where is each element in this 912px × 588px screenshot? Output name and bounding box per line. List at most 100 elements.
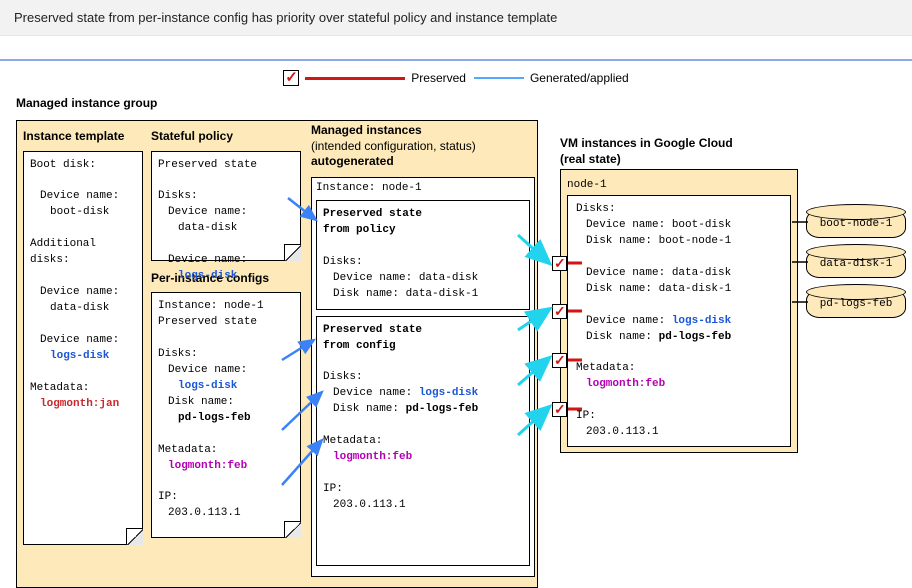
vm-l7b: pd-logs-feb [659, 331, 732, 343]
disk-data-label: data-disk-1 [820, 258, 893, 270]
pic-l4: Device name: [158, 363, 294, 379]
stateful-title: Stateful policy [151, 129, 301, 145]
mig-label: Managed instance group [16, 96, 157, 110]
preserved-check-2 [552, 304, 567, 319]
config-title-2: from config [323, 340, 396, 352]
template-l7: Device name: [30, 333, 136, 349]
preserved-from-config: Preserved state from config Disks: Devic… [316, 316, 530, 566]
vm-l2: Device name: boot-disk [576, 218, 784, 234]
config-l5: logmonth:feb [323, 450, 523, 466]
preserved-check-4 [552, 402, 567, 417]
template-doc: Boot disk: Device name: boot-disk Additi… [23, 151, 143, 545]
stateful-l6: logs-disk [158, 269, 294, 285]
vm-head: node-1 [567, 179, 607, 191]
disk-logs-label: pd-logs-feb [820, 298, 893, 310]
policy-l1: Disks: [323, 255, 523, 271]
vm-l6b: logs-disk [672, 315, 731, 327]
policy-l3: Disk name: data-disk-1 [323, 287, 523, 303]
template-l4: Additional disks: [30, 237, 136, 269]
blue-arrow-icon [474, 77, 524, 79]
config-title: Preserved state from config [323, 323, 523, 355]
stateful-doc: Preserved state Disks: Device name: data… [151, 151, 301, 261]
disk-boot-label: boot-node-1 [820, 218, 893, 230]
disk-data: data-disk-1 [806, 250, 906, 278]
vm-l6a: Device name: [586, 315, 665, 327]
vm-l4: Device name: data-disk [576, 266, 784, 282]
template-l8: logs-disk [30, 349, 136, 365]
template-l2: Device name: [30, 189, 136, 205]
pic-l6: Disk name: [158, 395, 294, 411]
config-l2: Device name: logs-disk [323, 386, 523, 402]
policy-title-1: Preserved state [323, 208, 422, 220]
vm-inner: Disks: Device name: boot-disk Disk name:… [567, 195, 791, 447]
vm-box: node-1 Disks: Device name: boot-disk Dis… [560, 169, 798, 453]
stateful-l2: Disks: [158, 189, 294, 205]
pic-l5: logs-disk [158, 379, 294, 395]
managed-column: Managed instances (intended configuratio… [311, 123, 533, 170]
pic-l3: Disks: [158, 347, 294, 363]
config-l6: IP: [323, 482, 523, 498]
template-column: Instance template Boot disk: Device name… [23, 129, 143, 545]
preserved-check-1 [552, 256, 567, 271]
template-l6: data-disk [30, 301, 136, 317]
vm-l5: Disk name: data-disk-1 [576, 282, 784, 298]
vm-l7a: Disk name: [586, 331, 652, 343]
config-l3: Disk name: pd-logs-feb [323, 402, 523, 418]
diagram-content: Preserved Generated/applied Managed inst… [0, 40, 912, 588]
vm-l10: IP: [576, 409, 784, 425]
stateful-column: Stateful policy Preserved state Disks: D… [151, 129, 301, 538]
stateful-l1: Preserved state [158, 158, 294, 174]
config-l7: 203.0.113.1 [323, 498, 523, 514]
preserved-check-3 [552, 353, 567, 368]
red-line-icon [305, 77, 405, 80]
legend-row: Preserved Generated/applied [0, 70, 912, 86]
legend-generated: Generated/applied [474, 71, 629, 85]
vm-l7: Disk name: pd-logs-feb [576, 330, 784, 346]
managed-title-l1: Managed instances [311, 123, 422, 137]
template-l10: logmonth:jan [30, 397, 136, 413]
config-l2a: Device name: [333, 387, 412, 399]
policy-l2: Device name: data-disk [323, 271, 523, 287]
vm-l8: Metadata: [576, 361, 784, 377]
pic-l1: Instance: node-1 [158, 299, 294, 315]
config-l2b: logs-disk [419, 387, 478, 399]
managed-instance-card: Instance: node-1 Preserved state from po… [311, 177, 535, 577]
config-l1: Disks: [323, 370, 523, 386]
template-title-text: Instance template [23, 129, 124, 143]
check-icon [283, 70, 299, 86]
vm-l1: Disks: [576, 202, 784, 218]
managed-title-l2: (intended configuration, status) [311, 139, 476, 153]
pic-l11: 203.0.113.1 [158, 506, 294, 522]
stateful-l3: Device name: [158, 205, 294, 221]
managed-head: Instance: node-1 [316, 182, 530, 194]
disk-logs: pd-logs-feb [806, 290, 906, 318]
preserved-from-policy: Preserved state from policy Disks: Devic… [316, 200, 530, 310]
vm-l11: 203.0.113.1 [576, 425, 784, 441]
config-l3a: Disk name: [333, 403, 399, 415]
vm-label-l2: (real state) [560, 152, 621, 166]
pic-doc: Instance: node-1 Preserved state Disks: … [151, 292, 301, 538]
legend-preserved: Preserved [283, 70, 466, 86]
legend-generated-label: Generated/applied [530, 71, 629, 85]
pic-l8: Metadata: [158, 443, 294, 459]
config-l3b: pd-logs-feb [406, 403, 479, 415]
stateful-l4: data-disk [158, 221, 294, 237]
pic-l7: pd-logs-feb [158, 411, 294, 427]
pic-l9: logmonth:feb [158, 459, 294, 475]
config-l4: Metadata: [323, 434, 523, 450]
config-title-1: Preserved state [323, 324, 422, 336]
page-caption: Preserved state from per-instance config… [0, 0, 912, 36]
template-l3: boot-disk [30, 205, 136, 221]
template-l1: Boot disk: [30, 158, 136, 174]
template-l5: Device name: [30, 285, 136, 301]
disk-boot: boot-node-1 [806, 210, 906, 238]
vm-label: VM instances in Google Cloud (real state… [560, 136, 880, 167]
template-l9: Metadata: [30, 381, 136, 397]
policy-title-2: from policy [323, 224, 396, 236]
legend-preserved-label: Preserved [411, 71, 466, 85]
vm-l9: logmonth:feb [576, 377, 784, 393]
vm-l3: Disk name: boot-node-1 [576, 234, 784, 250]
managed-title-l3: autogenerated [311, 154, 394, 168]
vm-label-l1: VM instances in Google Cloud [560, 136, 733, 150]
template-title: Instance template [23, 129, 143, 145]
